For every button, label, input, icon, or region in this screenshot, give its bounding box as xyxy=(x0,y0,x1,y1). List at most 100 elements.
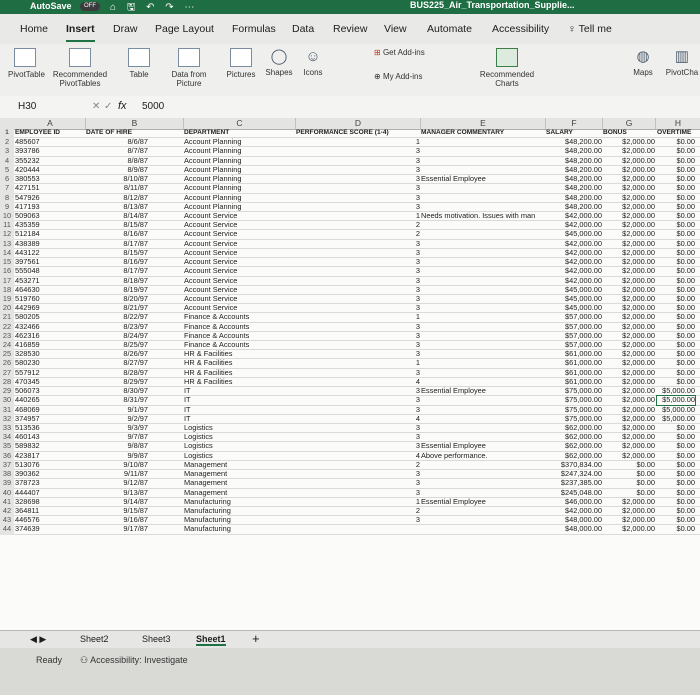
employee-id-cell[interactable]: 555048 xyxy=(15,267,85,275)
bonus-cell[interactable]: $2,000.00 xyxy=(603,138,655,146)
date-of-hire-cell[interactable]: 8/16/97 xyxy=(86,258,148,266)
overtime-cell[interactable]: $0.00 xyxy=(657,470,696,478)
performance-score-cell[interactable]: 4 xyxy=(296,378,420,386)
performance-score-cell[interactable]: 2 xyxy=(296,507,420,515)
salary-cell[interactable]: $42,000.00 xyxy=(546,277,602,285)
employee-id-cell[interactable]: 397561 xyxy=(15,258,85,266)
performance-score-cell[interactable]: 1 xyxy=(296,498,420,506)
bonus-cell[interactable]: $2,000.00 xyxy=(603,507,655,515)
department-cell[interactable]: Account Service xyxy=(184,221,294,229)
department-cell[interactable]: Account Planning xyxy=(184,203,294,211)
employee-id-cell[interactable]: 417193 xyxy=(15,203,85,211)
date-of-hire-cell[interactable]: 8/26/97 xyxy=(86,350,148,358)
salary-cell[interactable]: $45,000.00 xyxy=(546,230,602,238)
shapes-button[interactable]: ◯ Shapes xyxy=(262,48,296,77)
overtime-cell[interactable]: $0.00 xyxy=(657,359,696,367)
manager-commentary-cell[interactable]: Needs motivation. Issues with man xyxy=(421,212,545,220)
header-bonus[interactable]: BONUS xyxy=(603,129,655,137)
date-of-hire-cell[interactable]: 8/23/97 xyxy=(86,323,148,331)
performance-score-cell[interactable]: 3 xyxy=(296,240,420,248)
performance-score-cell[interactable]: 3 xyxy=(296,323,420,331)
overtime-cell[interactable]: $5,000.00 xyxy=(657,387,695,395)
employee-id-cell[interactable]: 513076 xyxy=(15,461,85,469)
performance-score-cell[interactable]: 3 xyxy=(296,470,420,478)
bonus-cell[interactable]: $2,000.00 xyxy=(603,212,655,220)
employee-id-cell[interactable]: 509063 xyxy=(15,212,85,220)
date-of-hire-cell[interactable]: 9/2/97 xyxy=(86,415,148,423)
accessibility-status[interactable]: ⚇ Accessibility: Investigate xyxy=(80,655,188,666)
bonus-cell[interactable]: $2,000.00 xyxy=(603,341,655,349)
overtime-cell[interactable]: $0.00 xyxy=(657,230,696,238)
department-cell[interactable]: Account Service xyxy=(184,258,294,266)
performance-score-cell[interactable]: 4 xyxy=(296,452,420,460)
employee-id-cell[interactable]: 519760 xyxy=(15,295,85,303)
department-cell[interactable]: Finance & Accounts xyxy=(184,341,294,349)
department-cell[interactable]: HR & Facilities xyxy=(184,350,294,358)
performance-score-cell[interactable]: 3 xyxy=(296,396,420,404)
salary-cell[interactable]: $42,000.00 xyxy=(546,267,602,275)
bonus-cell[interactable]: $2,000.00 xyxy=(603,240,655,248)
overtime-cell[interactable]: $0.00 xyxy=(657,212,696,220)
overtime-cell[interactable]: $0.00 xyxy=(657,157,696,165)
performance-score-cell[interactable]: 3 xyxy=(296,442,420,450)
performance-score-cell[interactable]: 3 xyxy=(296,406,420,414)
employee-id-cell[interactable]: 328698 xyxy=(15,498,85,506)
employee-id-cell[interactable]: 460143 xyxy=(15,433,85,441)
employee-id-cell[interactable]: 440265 xyxy=(15,396,85,404)
employee-id-cell[interactable]: 355232 xyxy=(15,157,85,165)
header-date-of-hire[interactable]: DATE OF HIRE xyxy=(86,129,148,137)
recommended-charts-button[interactable]: Recommended Charts xyxy=(470,48,544,88)
header-department[interactable]: DEPARTMENT xyxy=(184,129,294,137)
employee-id-cell[interactable]: 380553 xyxy=(15,175,85,183)
employee-id-cell[interactable]: 393786 xyxy=(15,147,85,155)
enter-icon[interactable]: ✓ xyxy=(104,101,112,112)
overtime-cell[interactable]: $5,000.00 xyxy=(657,415,695,423)
date-of-hire-cell[interactable]: 9/15/87 xyxy=(86,507,148,515)
overtime-cell[interactable]: $0.00 xyxy=(657,175,696,183)
overtime-cell[interactable]: $0.00 xyxy=(657,323,696,331)
employee-id-cell[interactable]: 557912 xyxy=(15,369,85,377)
department-cell[interactable]: Manufacturing xyxy=(184,516,294,524)
salary-cell[interactable]: $42,000.00 xyxy=(546,507,602,515)
overtime-cell[interactable]: $0.00 xyxy=(657,138,696,146)
overtime-cell[interactable]: $0.00 xyxy=(657,313,696,321)
department-cell[interactable]: Account Service xyxy=(184,249,294,257)
overtime-cell[interactable]: $0.00 xyxy=(657,304,696,312)
bonus-cell[interactable]: $0.00 xyxy=(603,461,656,469)
date-of-hire-cell[interactable]: 8/28/97 xyxy=(86,369,148,377)
manager-commentary-cell[interactable]: Essential Employee xyxy=(421,498,545,506)
date-of-hire-cell[interactable]: 8/18/97 xyxy=(86,277,148,285)
overtime-cell[interactable]: $0.00 xyxy=(657,332,696,340)
bonus-cell[interactable]: $2,000.00 xyxy=(603,387,655,395)
header-overtime[interactable]: OVERTIME xyxy=(657,129,695,137)
bonus-cell[interactable]: $2,000.00 xyxy=(603,332,655,340)
column-header-f[interactable]: F xyxy=(546,118,603,129)
tab-page-layout[interactable]: Page Layout xyxy=(155,23,214,35)
performance-score-cell[interactable]: 2 xyxy=(296,461,420,469)
column-header-h[interactable]: H xyxy=(656,118,700,129)
overtime-cell[interactable]: $0.00 xyxy=(657,516,696,524)
bonus-cell[interactable]: $0.00 xyxy=(603,470,656,478)
overtime-cell[interactable]: $0.00 xyxy=(657,525,696,533)
salary-cell[interactable]: $57,000.00 xyxy=(546,341,602,349)
header-employee-id[interactable]: EMPLOYEE ID xyxy=(15,129,85,137)
tell-me-search[interactable]: ♀ Tell me xyxy=(568,23,612,35)
employee-id-cell[interactable]: 443122 xyxy=(15,249,85,257)
date-of-hire-cell[interactable]: 9/3/97 xyxy=(86,424,148,432)
department-cell[interactable]: Account Planning xyxy=(184,175,294,183)
department-cell[interactable]: HR & Facilities xyxy=(184,369,294,377)
department-cell[interactable]: Account Service xyxy=(184,212,294,220)
overtime-cell[interactable]: $0.00 xyxy=(657,166,696,174)
department-cell[interactable]: Account Service xyxy=(184,286,294,294)
employee-id-cell[interactable]: 453271 xyxy=(15,277,85,285)
performance-score-cell[interactable]: 3 xyxy=(296,295,420,303)
manager-commentary-cell[interactable]: Essential Employee xyxy=(421,442,545,450)
salary-cell[interactable]: $245,048.00 xyxy=(546,489,602,497)
performance-score-cell[interactable]: 3 xyxy=(296,332,420,340)
date-of-hire-cell[interactable]: 9/17/87 xyxy=(86,525,148,533)
employee-id-cell[interactable]: 513536 xyxy=(15,424,85,432)
bonus-cell[interactable]: $2,000.00 xyxy=(603,157,655,165)
header-salary[interactable]: SALARY xyxy=(546,129,602,137)
employee-id-cell[interactable]: 435359 xyxy=(15,221,85,229)
employee-id-cell[interactable]: 364811 xyxy=(15,507,85,515)
